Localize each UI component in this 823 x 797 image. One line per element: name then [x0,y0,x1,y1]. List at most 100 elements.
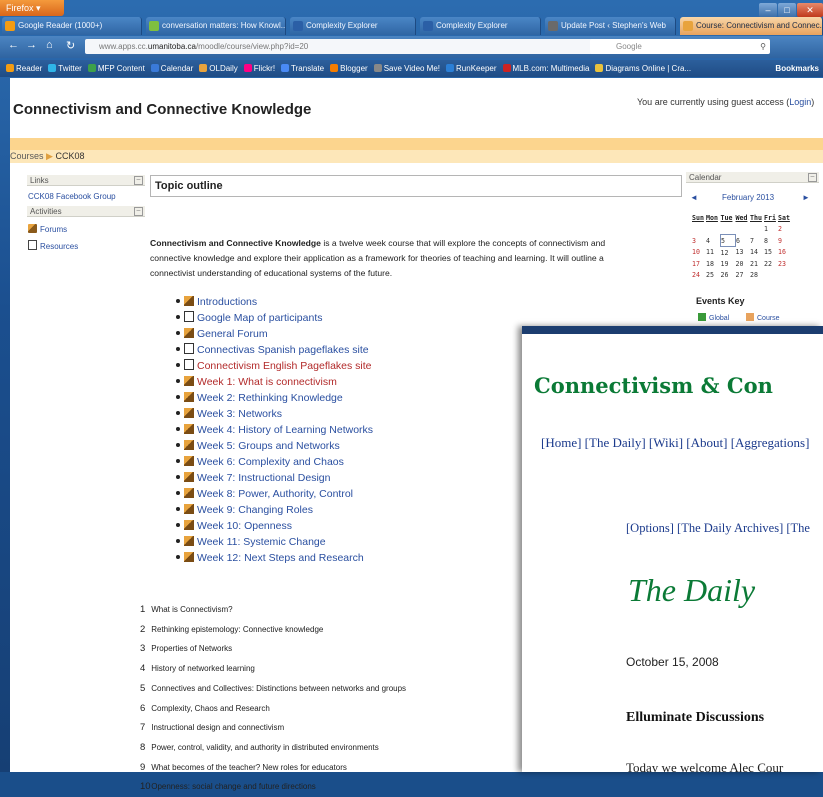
calendar-day[interactable]: 21 [750,258,764,269]
search-icon[interactable]: ⚲ [760,39,766,54]
calendar-day[interactable]: 15 [764,247,778,259]
course-activity-item[interactable]: Google Map of participants [176,310,373,326]
calendar-day[interactable]: 6 [736,235,751,247]
facebook-group-link[interactable]: CCK08 Facebook Group [28,192,116,201]
firefox-menu-button[interactable]: Firefox ▾ [0,0,64,16]
bookmark-favicon-icon [502,64,511,72]
home-icon[interactable]: ⌂ [46,39,53,51]
topic-section: 2 Rethinking epistemology: Connective kn… [140,620,406,640]
newsletter-nav[interactable]: [Home] [The Daily] [Wiki] [About] [Aggre… [541,435,809,451]
course-activity-item[interactable]: Week 10: Openness [176,518,373,534]
bookmark-item[interactable]: Save Video Me! [373,60,440,77]
course-activity-item[interactable]: Week 6: Complexity and Chaos [176,454,373,470]
course-activity-item[interactable]: Week 7: Instructional Design [176,470,373,486]
forward-icon[interactable]: → [26,39,37,51]
url-bar[interactable]: www.apps.cc.umanitoba.ca/moodle/course/v… [85,39,645,54]
login-link[interactable]: Login [789,97,811,107]
calendar-day[interactable]: 17 [692,258,706,269]
back-icon[interactable]: ← [8,39,19,51]
course-activity-item[interactable]: Week 9: Changing Roles [176,502,373,518]
calendar-day[interactable]: 2 [778,223,792,235]
calendar-day[interactable]: 9 [778,235,792,247]
breadcrumb-courses[interactable]: Courses [10,151,44,161]
calendar-day[interactable]: 22 [764,258,778,269]
browser-tab[interactable]: Google Reader (1000+) [2,17,142,35]
calendar-day[interactable]: 3 [692,235,706,247]
topic-list: 1 What is Connectivism? 2 Rethinking epis… [140,600,406,797]
browser-tab[interactable]: Complexity Explorer [290,17,416,35]
bookmark-item[interactable]: Twitter [48,60,82,77]
calendar-day[interactable]: 25 [706,269,721,280]
topic-number: 7 [140,722,146,734]
collapse-icon[interactable]: – [134,207,143,216]
bookmark-item[interactable]: Flickr! [243,60,275,77]
bookmark-item[interactable]: Diagrams Online | Cra... [595,60,691,77]
calendar-day[interactable]: 1 [764,223,778,235]
prev-month-icon[interactable]: ◄ [690,193,698,202]
collapse-icon[interactable]: – [134,176,143,185]
browser-tab[interactable]: Update Post ‹ Stephen's Web [545,17,676,35]
collapse-icon[interactable]: – [808,173,817,182]
bookmark-item[interactable]: MLB.com: Multimedia [502,60,590,77]
search-input[interactable]: Google ⚲ [590,39,770,54]
course-activity-item[interactable]: Week 4: History of Learning Networks [176,422,373,438]
calendar-day[interactable]: 27 [736,269,751,280]
bookmarks-menu-button[interactable]: Bookmarks [775,60,819,77]
events-key-course[interactable]: Course [746,313,780,322]
bookmark-item[interactable]: OLDaily [199,60,238,77]
course-activity-item[interactable]: Connectivas Spanish pageflakes site [176,342,373,358]
calendar-day[interactable]: 13 [736,247,751,259]
calendar-day[interactable]: 19 [721,258,736,269]
calendar-day[interactable]: 5 [720,234,736,247]
course-activity-item[interactable]: Connectivism English Pageflakes site [176,358,373,374]
bookmark-item[interactable]: RunKeeper [446,60,497,77]
course-activity-item[interactable]: Week 5: Groups and Networks [176,438,373,454]
close-icon[interactable]: ✕ [797,3,823,17]
bookmark-item[interactable]: Translate [281,60,324,77]
calendar-day[interactable]: 14 [750,247,764,259]
course-activity-item[interactable]: Week 8: Power, Authority, Control [176,486,373,502]
calendar-day[interactable]: 20 [736,258,751,269]
newsletter-subnav[interactable]: [Options] [The Daily Archives] [The [626,521,810,536]
course-activity-item[interactable]: Introductions [176,294,373,310]
browser-tab[interactable]: Course: Connectivism and Connec... [680,17,823,35]
course-activity-item[interactable]: Week 2: Rethinking Knowledge [176,390,373,406]
course-activity-item[interactable]: Week 12: Next Steps and Research [176,550,373,566]
bookmark-label: MLB.com: Multimedia [512,64,590,73]
bookmark-item[interactable]: MFP Content [87,60,145,77]
bookmark-item[interactable]: Calendar [150,60,193,77]
calendar-day[interactable]: 8 [764,235,778,247]
course-activity-label: Connectivas Spanish pageflakes site [197,344,369,356]
resources-link[interactable]: Resources [28,240,78,251]
calendar-day[interactable]: 28 [750,269,764,280]
course-activity-item[interactable]: Week 3: Networks [176,406,373,422]
bookmark-item[interactable]: Blogger [330,60,368,77]
course-activity-item[interactable]: Week 11: Systemic Change [176,534,373,550]
course-activity-item[interactable]: General Forum [176,326,373,342]
browser-tab[interactable]: conversation matters: How Knowl... [146,17,286,35]
bookmark-favicon-icon [48,64,57,72]
calendar-day[interactable]: 18 [706,258,721,269]
browser-tab-label: Google Reader (1000+) [18,21,103,30]
calendar-day[interactable]: 26 [721,269,736,280]
calendar-day[interactable]: 12 [721,247,736,259]
calendar-day[interactable]: 23 [778,258,792,269]
calendar-day[interactable]: 11 [706,247,721,259]
calendar-day[interactable]: 7 [750,235,764,247]
bookmark-item[interactable]: Reader [6,60,42,77]
minimize-icon[interactable]: – [759,3,777,17]
newsletter-headline[interactable]: Elluminate Discussions [626,710,764,726]
browser-tab[interactable]: Complexity Explorer [420,17,541,35]
reload-icon[interactable]: ↻ [66,39,75,52]
calendar-day[interactable]: 4 [706,235,721,247]
calendar-day[interactable]: 10 [692,247,706,259]
next-month-icon[interactable]: ► [802,193,810,202]
topic-number: 3 [140,643,146,655]
calendar-day[interactable]: 24 [692,269,706,280]
maximize-icon[interactable]: □ [778,3,796,17]
forums-link[interactable]: Forums [28,224,67,234]
events-key-global[interactable]: Global [698,313,729,322]
calendar-day[interactable]: 16 [778,247,792,259]
course-activity-item[interactable]: Week 1: What is connectivism [176,374,373,390]
forum-icon [28,224,37,233]
